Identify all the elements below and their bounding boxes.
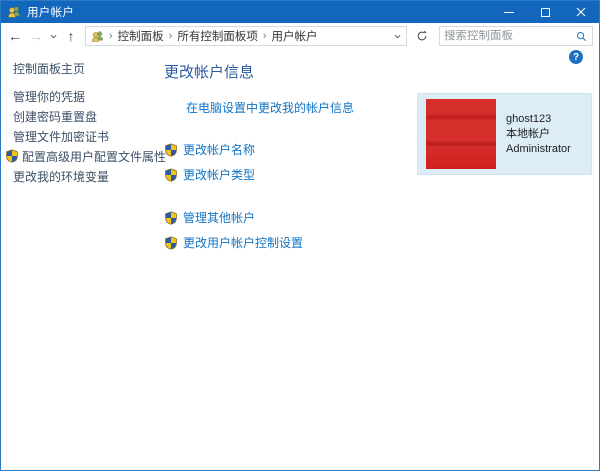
sidebar-item-manage-credentials[interactable]: 管理你的凭据 [1,86,163,106]
sidebar-item-advanced-profile-properties[interactable]: 配置高级用户配置文件属性 [1,146,167,166]
sidebar-item-label: 配置高级用户配置文件属性 [22,149,167,164]
sidebar-item-change-environment-variables[interactable]: 更改我的环境变量 [1,166,163,186]
refresh-button[interactable] [411,26,433,46]
refresh-icon [417,30,427,41]
close-icon [576,7,586,17]
link-change-account-name[interactable]: 更改帐户名称 [164,141,255,158]
sidebar-item-control-panel-home[interactable]: 控制面板主页 [1,58,163,78]
sidebar-item-create-password-reset-disk[interactable]: 创建密码重置盘 [1,106,163,126]
history-dropdown-button[interactable] [47,23,59,49]
title-bar: 用户帐户 [1,1,599,23]
sidebar-item-label: 控制面板主页 [13,61,86,76]
uac-shield-icon [5,149,19,163]
uac-shield-icon [164,211,178,225]
account-info-panel: ghost123 本地帐户 Administrator [417,93,592,175]
sidebar-item-label: 更改我的环境变量 [13,169,110,184]
breadcrumb-separator: › [262,30,267,42]
window-controls [491,1,599,23]
uac-shield-icon [164,168,178,182]
task-label: 更改帐户类型 [183,168,256,182]
link-change-uac-settings[interactable]: 更改用户帐户控制设置 [164,234,303,251]
breadcrumb-separator: › [109,30,113,42]
search-input[interactable] [440,30,576,42]
sidebar-item-manage-encryption-certificates[interactable]: 管理文件加密证书 [1,126,163,146]
address-dropdown-button[interactable] [394,34,401,39]
breadcrumb-control-panel[interactable]: 控制面板 [118,28,164,44]
minimize-button[interactable] [491,1,527,23]
sidebar-item-label: 创建密码重置盘 [13,109,98,124]
users-icon [91,30,104,43]
breadcrumb-all-items[interactable]: 所有控制面板项 [177,28,258,44]
uac-shield-icon [164,236,178,250]
link-manage-other-accounts[interactable]: 管理其他帐户 [164,209,255,226]
link-change-account-type[interactable]: 更改帐户类型 [164,166,255,183]
close-button[interactable] [563,1,599,23]
account-avatar [426,99,496,169]
window-title: 用户帐户 [27,7,75,19]
account-details: ghost123 本地帐户 Administrator [506,112,571,157]
users-icon [7,5,21,19]
account-name: ghost123 [506,113,552,125]
page-title: 更改帐户信息 [164,64,255,81]
uac-shield-icon [164,143,178,157]
maximize-button[interactable] [527,1,563,23]
sidebar: 控制面板主页 管理你的凭据 创建密码重置盘 管理文件加密证书 配置高级用户配置文… [1,49,167,186]
task-label: 更改用户帐户控制设置 [183,236,304,250]
user-accounts-window: 用户帐户 ← → ↑ › 控制面板 › 所有控制面板项 › 用户帐户 搜索控制面… [0,0,600,471]
link-change-account-info-pc-settings[interactable]: 在电脑设置中更改我的帐户信息 [186,99,354,116]
search-icon[interactable] [576,31,587,42]
sidebar-item-label: 管理文件加密证书 [13,129,110,144]
navigation-bar: ← → ↑ › 控制面板 › 所有控制面板项 › 用户帐户 [1,23,599,49]
chevron-down-icon [394,34,401,38]
account-type: 本地帐户 [506,128,550,140]
chevron-down-icon [50,34,56,38]
sidebar-item-label: 管理你的凭据 [13,89,86,104]
forward-button[interactable]: → [27,23,45,49]
task-label: 管理其他帐户 [183,211,256,225]
breadcrumb-user-accounts[interactable]: 用户帐户 [272,28,318,44]
up-button[interactable]: ↑ [61,23,81,49]
address-bar[interactable]: › 控制面板 › 所有控制面板项 › 用户帐户 [85,26,407,46]
maximize-icon [540,7,550,17]
help-button[interactable]: ? [569,50,583,64]
task-label: 更改帐户名称 [183,143,256,157]
search-box [439,26,593,46]
back-button[interactable]: ← [5,23,25,49]
minimize-icon [504,11,514,13]
account-role: Administrator [506,143,571,155]
breadcrumb-separator: › [168,30,173,42]
